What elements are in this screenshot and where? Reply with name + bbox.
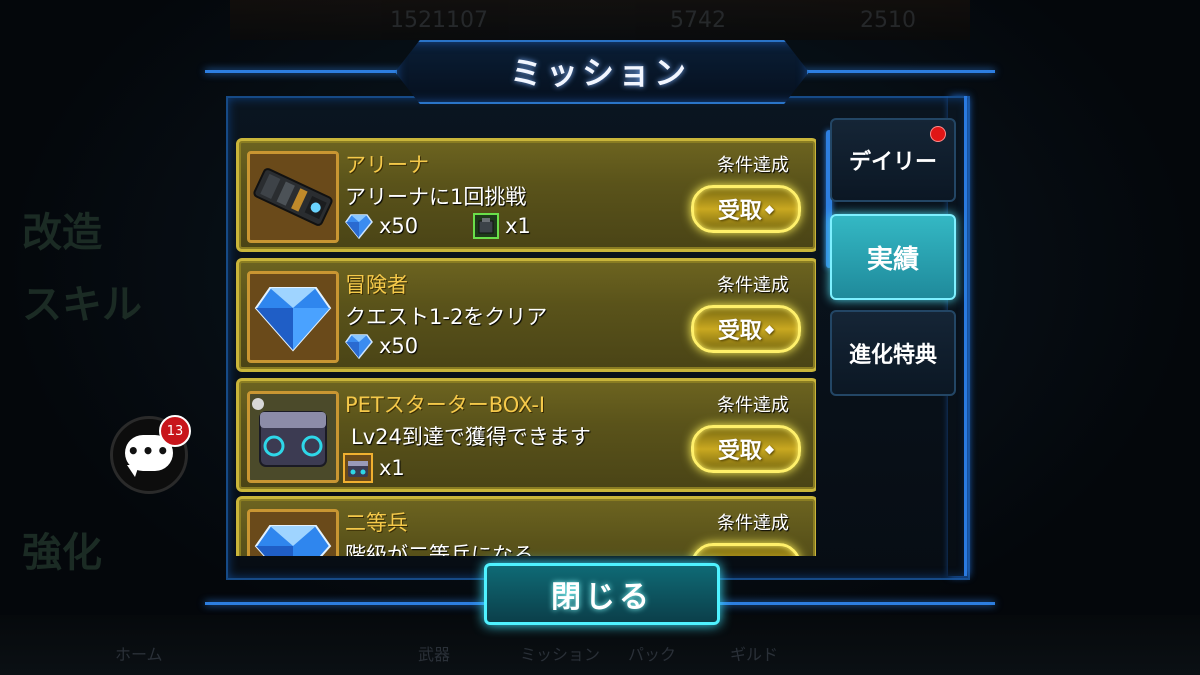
- claim-button[interactable]: 受取 ◆: [691, 425, 801, 473]
- top-resource-bar: 1521107 5742 2510: [230, 0, 970, 40]
- claim-label: 受取: [717, 439, 762, 464]
- reward: x50: [345, 333, 418, 359]
- reward-qty: x1: [379, 456, 405, 480]
- mission-description: 階級が二等兵になる: [345, 543, 534, 556]
- tab-label: 実績: [866, 244, 919, 275]
- reward: x1: [343, 453, 405, 483]
- cannon-icon: [247, 151, 339, 243]
- nav-item: パック: [628, 645, 677, 664]
- diamond-icon: ◆: [764, 202, 775, 216]
- claim-label: 受取: [717, 199, 762, 224]
- tab-label: デイリー: [848, 150, 937, 175]
- bg-menu-label: スキル: [22, 281, 142, 328]
- nav-item: ホーム: [115, 645, 163, 664]
- nav-item: ミッション: [520, 645, 601, 664]
- tab-label: 進化特典: [848, 343, 937, 368]
- mission-list[interactable]: アリーナ アリーナに1回挑戦 x50 x1 条件達成 受取 ◆ 冒険者 クエスト…: [236, 138, 816, 556]
- mission-card: アリーナ アリーナに1回挑戦 x50 x1 条件達成 受取 ◆: [236, 138, 816, 252]
- mission-description: アリーナに1回挑戦: [345, 185, 527, 209]
- frame-line: [205, 602, 485, 605]
- nav-item: 武器: [418, 645, 451, 664]
- mission-description: Lv24到達で獲得できます: [351, 425, 591, 449]
- mission-title: 二等兵: [345, 511, 408, 535]
- reward-qty: x1: [505, 214, 531, 238]
- reward: x50: [345, 213, 418, 239]
- mission-description: クエスト1-2をクリア: [345, 305, 548, 329]
- nav-item: ギルド: [730, 645, 779, 664]
- gem-icon: [345, 214, 373, 239]
- status-label: 条件達成: [717, 275, 789, 296]
- resource-value: 2510: [860, 8, 916, 33]
- page-title: ミッション: [509, 54, 690, 92]
- claim-button[interactable]: 受取 ◆: [691, 543, 801, 556]
- chat-button[interactable]: ••• 13: [110, 415, 191, 494]
- bg-menu-label: 強化: [22, 529, 102, 576]
- claim-label: 受取: [717, 319, 762, 344]
- frame-line: [715, 602, 995, 605]
- status-label: 条件達成: [717, 513, 789, 534]
- frame-line: [795, 70, 995, 73]
- resource-value: 1521107: [390, 8, 488, 33]
- reward-qty: x50: [379, 334, 419, 358]
- claim-button[interactable]: 受取 ◆: [691, 305, 801, 353]
- notification-dot-icon: [930, 126, 946, 142]
- pet-box-icon: [343, 453, 373, 483]
- tab-evolution-bonus[interactable]: 進化特典: [830, 310, 956, 396]
- reward: x1: [473, 213, 531, 239]
- chat-badge: 13: [159, 415, 191, 447]
- tab-achievements[interactable]: 実績: [830, 214, 956, 300]
- box-item-icon: [473, 213, 499, 239]
- mission-card: 冒険者 クエスト1-2をクリア x50 条件達成 受取 ◆: [236, 258, 816, 372]
- gem-icon: [247, 509, 339, 556]
- mission-card: 二等兵 階級が二等兵になる 条件達成 受取 ◆: [236, 496, 816, 556]
- pet-box-icon: [247, 391, 339, 483]
- claim-label: 受取: [718, 551, 762, 556]
- close-button[interactable]: 閉じる: [484, 563, 720, 625]
- bg-menu-label: 改造: [22, 209, 102, 256]
- tab-daily[interactable]: デイリー: [830, 118, 956, 202]
- mission-title: 冒険者: [345, 273, 408, 297]
- mission-title: PETスターターBOX-Ⅰ: [345, 393, 546, 417]
- diamond-icon: ◆: [764, 442, 775, 456]
- reward-qty: x50: [379, 214, 419, 238]
- gem-icon: [247, 271, 339, 363]
- mission-card: PETスターターBOX-Ⅰ Lv24到達で獲得できます x1 条件達成 受取 ◆: [236, 378, 816, 492]
- status-label: 条件達成: [717, 155, 789, 176]
- claim-button[interactable]: 受取 ◆: [691, 185, 801, 233]
- diamond-icon: ◆: [764, 322, 775, 336]
- chat-tail: [127, 465, 139, 477]
- resource-value: 5742: [670, 8, 726, 33]
- mission-title: アリーナ: [345, 153, 429, 177]
- frame-line: [205, 70, 405, 73]
- gem-icon: [345, 334, 373, 359]
- close-label: 閉じる: [551, 580, 653, 615]
- status-label: 条件達成: [717, 395, 789, 416]
